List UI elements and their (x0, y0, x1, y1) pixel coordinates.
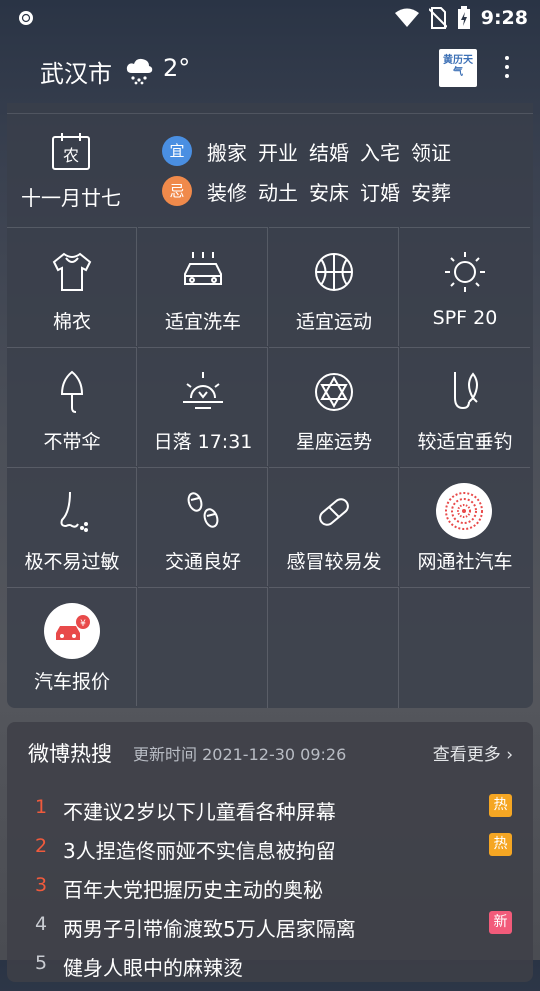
index-label: SPF 20 (432, 307, 498, 329)
chevron-right-icon: › (500, 745, 513, 765)
view-more-link[interactable]: 查看更多 › (433, 740, 513, 765)
snow-cloud-icon (126, 58, 153, 85)
index-label: 不带伞 (43, 431, 101, 453)
more-menu-icon[interactable] (497, 52, 517, 84)
index-label: 极不易过敏 (24, 551, 120, 573)
ji-item: 安床 (309, 180, 349, 205)
index-fishing[interactable]: 较适宜垂钓 (400, 347, 530, 466)
hot-rank: 2 (34, 835, 48, 857)
yi-item: 搬家 (207, 140, 247, 165)
hot-text: 健身人眼中的麻辣烫 (63, 956, 243, 980)
index-label: 适宜运动 (295, 311, 372, 333)
index-constellation[interactable]: 星座运势 (269, 347, 399, 466)
app-header: 武汉市 2° 黄历天气 (0, 36, 540, 100)
ji-item: 动土 (258, 180, 298, 205)
svg-text:¥: ¥ (80, 619, 86, 629)
lunar-date: 十一月廿七 (21, 186, 121, 210)
hot-search-title: 微博热搜 (28, 742, 112, 766)
index-sunset[interactable]: 日落 17:31 (138, 347, 268, 466)
sunset-icon (183, 372, 223, 409)
battery-charging-icon (457, 6, 470, 29)
hot-text: 3人捏造佟丽娅不实信息被拘留 (63, 839, 336, 863)
index-car-price[interactable]: ¥ 汽车报价 (7, 587, 137, 706)
notification-dot-icon (19, 11, 33, 25)
hot-text: 两男子引带偷渡致5万人居家隔离 (63, 917, 356, 941)
index-label: 适宜洗车 (164, 311, 241, 333)
index-wangtong-auto[interactable]: 网通社汽车 (400, 467, 530, 586)
yi-item: 开业 (258, 140, 298, 165)
pill-icon (319, 498, 349, 526)
index-cotton-coat[interactable]: 棉衣 (7, 227, 137, 346)
footprints-icon (187, 492, 219, 528)
yi-item: 入宅 (360, 140, 400, 165)
yi-row: 宜 搬家 开业 结婚 入宅 领证 (162, 136, 462, 166)
car-wash-icon (184, 252, 222, 285)
hot-rank: 4 (34, 913, 48, 935)
hot-search-item[interactable]: 2 3人捏造佟丽娅不实信息被拘留 热 (7, 833, 533, 874)
yi-item: 领证 (411, 140, 451, 165)
city-name[interactable]: 武汉市 (40, 54, 112, 89)
new-tag: 新 (489, 911, 512, 934)
hot-search-item[interactable]: 5 健身人眼中的麻辣烫 (7, 952, 533, 991)
hot-text: 不建议2岁以下儿童看各种屏幕 (63, 800, 336, 824)
index-label: 感冒较易发 (286, 551, 382, 573)
basketball-icon (315, 253, 353, 291)
empty-cell (269, 587, 399, 708)
yi-badge: 宜 (162, 136, 192, 166)
hot-rank: 3 (34, 874, 48, 896)
index-label: 汽车报价 (33, 671, 110, 693)
sun-icon (445, 252, 485, 292)
index-label: 星座运势 (295, 431, 372, 453)
almanac-section[interactable]: 农 十一月廿七 宜 搬家 开业 结婚 入宅 领证 忌 装修 动土 安床 订婚 安… (7, 113, 533, 228)
fishing-icon (454, 372, 478, 410)
yi-item: 结婚 (309, 140, 349, 165)
hot-rank: 5 (34, 952, 48, 974)
hot-search-item[interactable]: 4 两男子引带偷渡致5万人居家隔离 新 (7, 911, 533, 952)
hot-rank: 1 (34, 796, 48, 818)
hot-tag: 热 (489, 833, 512, 856)
wifi-icon (394, 8, 419, 27)
umbrella-icon (60, 370, 84, 413)
nose-allergy-icon (60, 491, 88, 532)
index-traffic[interactable]: 交通良好 (138, 467, 268, 586)
index-label: 日落 17:31 (153, 431, 253, 453)
no-sim-icon (428, 7, 447, 29)
car-price-icon: ¥ (44, 603, 100, 659)
index-sport[interactable]: 适宜运动 (269, 227, 399, 346)
ji-badge: 忌 (162, 176, 192, 206)
temperature: 2° (163, 54, 191, 82)
ji-row: 忌 装修 动土 安床 订婚 安葬 (162, 176, 462, 206)
ji-item: 安葬 (411, 180, 451, 205)
index-car-wash[interactable]: 适宜洗车 (138, 227, 268, 346)
index-spf[interactable]: SPF 20 (400, 227, 530, 346)
hot-text: 百年大党把握历史主动的奥秘 (63, 878, 323, 902)
constellation-icon (315, 373, 353, 411)
hot-tag: 热 (489, 794, 512, 817)
index-label: 较适宜垂钓 (417, 431, 513, 453)
status-time: 9:28 (480, 7, 528, 29)
empty-cell (400, 587, 530, 708)
almanac-logo[interactable]: 黄历天气 (439, 49, 477, 87)
hot-search-item[interactable]: 3 百年大党把握历史主动的奥秘 (7, 874, 533, 913)
status-bar: 9:28 (0, 0, 540, 36)
index-cold[interactable]: 感冒较易发 (269, 467, 399, 586)
index-label: 网通社汽车 (417, 551, 513, 573)
weibo-hot-search-card: 微博热搜 更新时间 2021-12-30 09:26 查看更多 › 1 不建议2… (7, 722, 533, 982)
index-allergy[interactable]: 极不易过敏 (7, 467, 137, 586)
wangtong-logo-icon (436, 483, 492, 539)
hot-search-item[interactable]: 1 不建议2岁以下儿童看各种屏幕 热 (7, 794, 533, 835)
ji-item: 装修 (207, 180, 247, 205)
svg-text:农: 农 (63, 146, 79, 165)
calendar-icon: 农 (52, 133, 90, 170)
empty-cell (138, 587, 268, 708)
weather-detail-card: 农 十一月廿七 宜 搬家 开业 结婚 入宅 领证 忌 装修 动土 安床 订婚 安… (7, 103, 533, 708)
index-umbrella[interactable]: 不带伞 (7, 347, 137, 466)
cotton-coat-icon (52, 252, 92, 291)
ji-item: 订婚 (360, 180, 400, 205)
index-label: 交通良好 (164, 551, 241, 573)
index-label: 棉衣 (52, 311, 91, 333)
hot-search-updated: 更新时间 2021-12-30 09:26 (133, 745, 347, 764)
